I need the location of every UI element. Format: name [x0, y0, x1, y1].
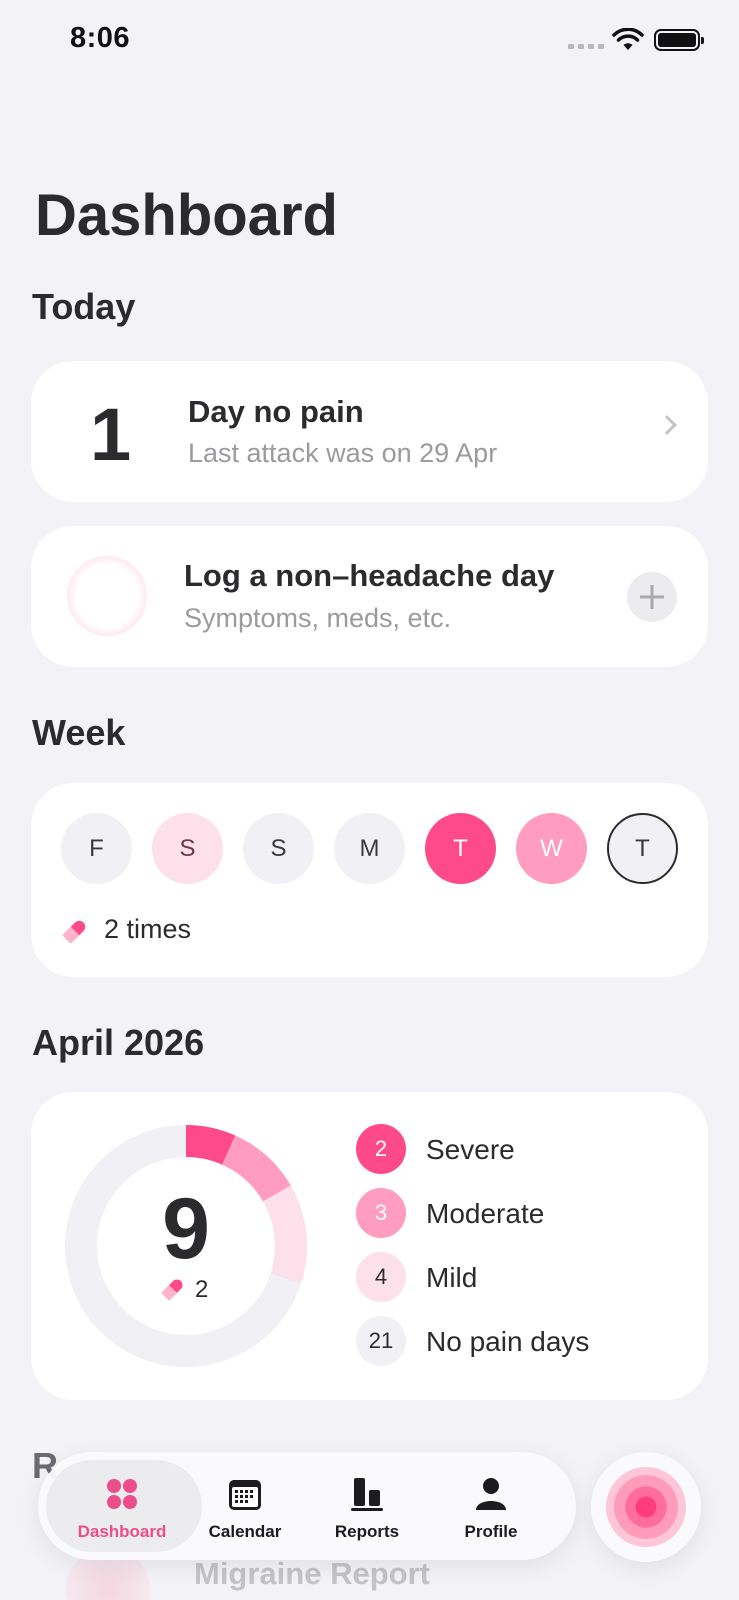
- tab-calendar-label: Calendar: [208, 1522, 282, 1541]
- week-meds-count: 2 times: [104, 914, 192, 944]
- donut-segment-severe: [185, 1125, 236, 1165]
- add-button[interactable]: [627, 572, 677, 622]
- week-day-monday[interactable]: M: [334, 813, 405, 884]
- legend-severe-label: Severe: [426, 1134, 515, 1165]
- last-attack-text: Last attack was on 29 Apr: [188, 438, 498, 468]
- tab-reports[interactable]: Reports: [307, 1470, 427, 1550]
- cellular-signal-icon: [568, 44, 604, 49]
- tab-dashboard-label: Dashboard: [77, 1522, 167, 1541]
- week-day-thursday-today[interactable]: T: [607, 813, 678, 884]
- status-bar: 8:06: [0, 0, 739, 80]
- wifi-icon: [612, 28, 644, 50]
- month-total-attacks: 9: [162, 1181, 210, 1277]
- page-title: Dashboard: [35, 183, 338, 248]
- tab-profile-label: Profile: [464, 1522, 518, 1541]
- week-day-friday[interactable]: F: [61, 813, 132, 884]
- legend-mild-count: 4: [356, 1252, 406, 1302]
- legend-no-pain-count: 21: [356, 1316, 406, 1366]
- tab-profile[interactable]: Profile: [431, 1470, 551, 1550]
- log-card-subtitle: Symptoms, meds, etc.: [184, 603, 452, 633]
- legend-no-pain-label: No pain days: [426, 1326, 590, 1357]
- tab-calendar[interactable]: Calendar: [185, 1470, 305, 1550]
- legend-mild-label: Mild: [426, 1262, 478, 1293]
- migraine-report-row[interactable]: Migraine Report: [194, 1556, 430, 1592]
- tab-reports-label: Reports: [334, 1522, 400, 1541]
- section-title-today: Today: [32, 286, 136, 327]
- tab-dashboard[interactable]: Dashboard: [62, 1470, 182, 1550]
- legend-severe-count: 2: [356, 1124, 406, 1174]
- legend-moderate-label: Moderate: [426, 1198, 545, 1229]
- days-no-pain-count: 1: [90, 393, 132, 476]
- section-title-week: Week: [32, 712, 126, 753]
- bar-chart-icon: [351, 1478, 383, 1511]
- pill-icon: [161, 1279, 183, 1301]
- battery-icon: [654, 29, 704, 51]
- month-meds-count: 2: [195, 1276, 209, 1303]
- empty-ring-icon: [67, 556, 147, 636]
- pill-icon: [62, 920, 86, 944]
- week-day-wednesday[interactable]: W: [516, 813, 587, 884]
- week-day-tuesday[interactable]: T: [425, 813, 496, 884]
- calendar-icon: [229, 1480, 261, 1510]
- pulse-ring-icon: [606, 1467, 686, 1547]
- week-day-saturday[interactable]: S: [152, 813, 223, 884]
- legend-moderate-count: 3: [356, 1188, 406, 1238]
- days-no-pain-title: Day no pain: [188, 394, 364, 429]
- status-time: 8:06: [70, 22, 131, 54]
- section-title-month: April 2026: [32, 1022, 205, 1063]
- week-day-sunday[interactable]: S: [243, 813, 314, 884]
- grid-icon: [107, 1479, 137, 1509]
- days-no-pain-card[interactable]: [31, 361, 708, 502]
- person-icon: [476, 1478, 506, 1510]
- log-card-title: Log a non–headache day: [184, 558, 555, 593]
